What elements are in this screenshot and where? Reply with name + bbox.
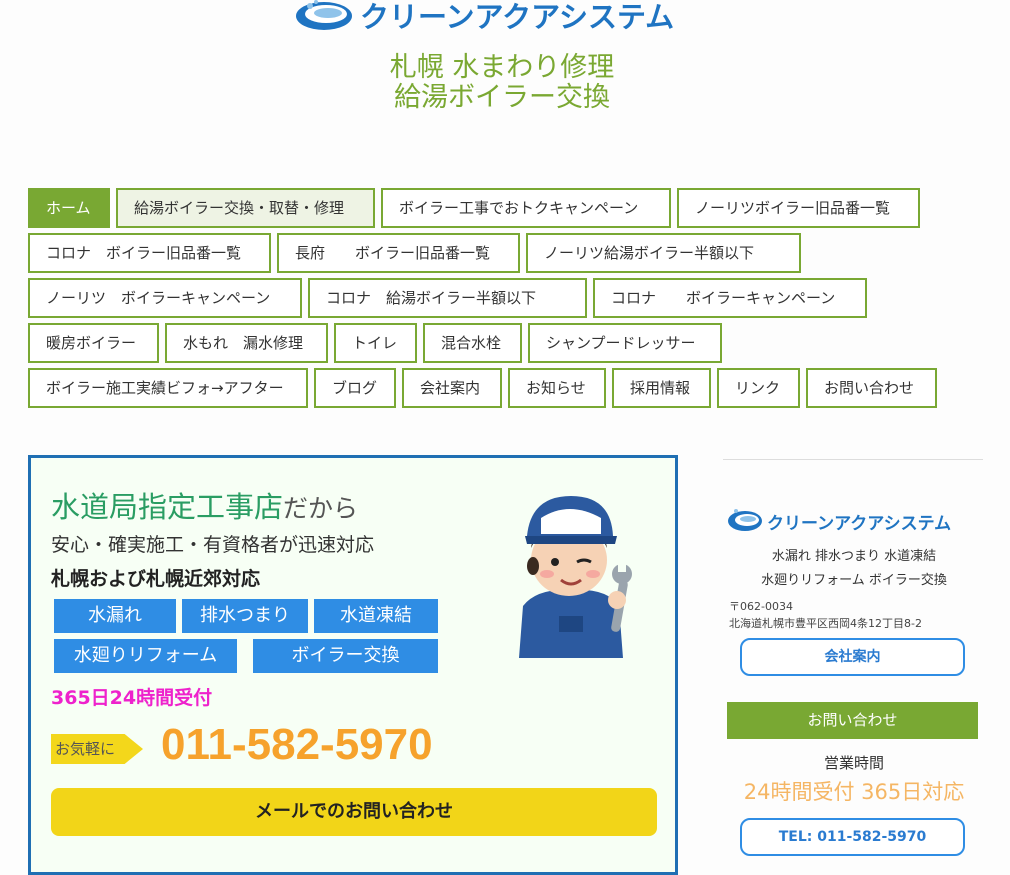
- service-button-leak[interactable]: 水漏れ: [54, 599, 176, 633]
- sidebar-contact-heading: お問い合わせ: [727, 702, 978, 739]
- nav-item-corona-half-price[interactable]: コロナ 給湯ボイラー半額以下: [308, 278, 587, 318]
- tagline-line1: 札幌 水まわり修理: [389, 52, 615, 83]
- nav-item-links[interactable]: リンク: [717, 368, 800, 408]
- nav-item-shampoo-dresser[interactable]: シャンプードレッサー: [528, 323, 722, 363]
- service-area: 札幌および札幌近郊対応: [51, 568, 261, 590]
- nav-item-company[interactable]: 会社案内: [402, 368, 502, 408]
- ribbon-label: お気軽に: [51, 734, 143, 764]
- sidebar-hours-label: 営業時間: [823, 754, 884, 772]
- sidebar-postal-code: 〒062-0034: [729, 600, 793, 613]
- phone-number[interactable]: 011-582-5970: [161, 720, 433, 770]
- hero-title-suffix: だから: [283, 494, 359, 523]
- sidebar-logo-text: クリーンアクアシステム: [767, 514, 952, 534]
- nav-item-toilet[interactable]: トイレ: [334, 323, 417, 363]
- service-button-reform[interactable]: 水廻りリフォーム: [54, 639, 237, 673]
- sidebar-address: 北海道札幌市豊平区西岡4条12丁目8-2: [729, 617, 922, 630]
- logo-text: クリーンアクアシステム: [360, 0, 675, 34]
- nav-item-boiler-campaign[interactable]: ボイラー工事でおトクキャンペーン: [381, 188, 671, 228]
- nav-item-contact[interactable]: お問い合わせ: [806, 368, 937, 408]
- sidebar-hours-value: 24時間受付 365日対応: [743, 780, 965, 804]
- nav-item-noritz-campaign[interactable]: ノーリツ ボイラーキャンペーン: [28, 278, 302, 318]
- sidebar-divider: [723, 459, 983, 460]
- nav-item-news[interactable]: お知らせ: [508, 368, 606, 408]
- nav-item-leak-repair[interactable]: 水もれ 漏水修理: [165, 323, 328, 363]
- hero-subtitle: 安心・確実施工・有資格者が迅速対応: [51, 534, 375, 556]
- sidebar-logo[interactable]: クリーンアクアシステム: [727, 503, 987, 535]
- nav-item-heating-boiler[interactable]: 暖房ボイラー: [28, 323, 159, 363]
- nav-item-blog[interactable]: ブログ: [314, 368, 396, 408]
- nav-item-chofu-old-models[interactable]: 長府 ボイラー旧品番一覧: [277, 233, 520, 273]
- nav-item-corona-old-models[interactable]: コロナ ボイラー旧品番一覧: [28, 233, 271, 273]
- mail-contact-button[interactable]: メールでのお問い合わせ: [51, 788, 657, 836]
- tagline-line2: 給湯ボイラー交換: [394, 82, 610, 113]
- sidebar-company-button[interactable]: 会社案内: [740, 638, 965, 676]
- open-hours: 365日24時間受付: [51, 687, 213, 709]
- hero-card: 水道局指定工事店だから 安心・確実施工・有資格者が迅速対応 札幌および札幌近郊対…: [28, 455, 678, 875]
- site-logo[interactable]: クリーンアクアシステム: [294, 0, 714, 36]
- nav-item-before-after[interactable]: ボイラー施工実績ビフォ→アフター: [28, 368, 308, 408]
- hero-title-main: 水道局指定工事店: [51, 490, 284, 524]
- nav-item-noritz-half-price[interactable]: ノーリツ給湯ボイラー半額以下: [526, 233, 801, 273]
- logo-swirl-icon: [296, 0, 352, 30]
- service-button-freeze[interactable]: 水道凍結: [314, 599, 438, 633]
- nav-item-boiler-replacement[interactable]: 給湯ボイラー交換・取替・修理: [116, 188, 375, 228]
- worker-illustration: [519, 496, 632, 658]
- service-button-boiler[interactable]: ボイラー交換: [253, 639, 438, 673]
- sidebar-tel-button[interactable]: TEL: 011-582-5970: [740, 818, 965, 856]
- nav-item-recruit[interactable]: 採用情報: [612, 368, 711, 408]
- nav-item-mixing-faucet[interactable]: 混合水栓: [423, 323, 522, 363]
- sidebar-logo-swirl-icon: [728, 509, 762, 531]
- hero-title: 水道局指定工事店だから: [51, 484, 358, 526]
- nav-item-noritz-old-models[interactable]: ノーリツボイラー旧品番一覧: [677, 188, 920, 228]
- sidebar-services-line2: 水廻りリフォーム ボイラー交換: [761, 573, 947, 588]
- nav-item-corona-campaign[interactable]: コロナ ボイラーキャンペーン: [593, 278, 867, 318]
- sidebar-services-line1: 水漏れ 排水つまり 水道凍結: [771, 549, 937, 564]
- nav-item-home[interactable]: ホーム: [28, 188, 110, 228]
- service-button-drain[interactable]: 排水つまり: [182, 599, 308, 633]
